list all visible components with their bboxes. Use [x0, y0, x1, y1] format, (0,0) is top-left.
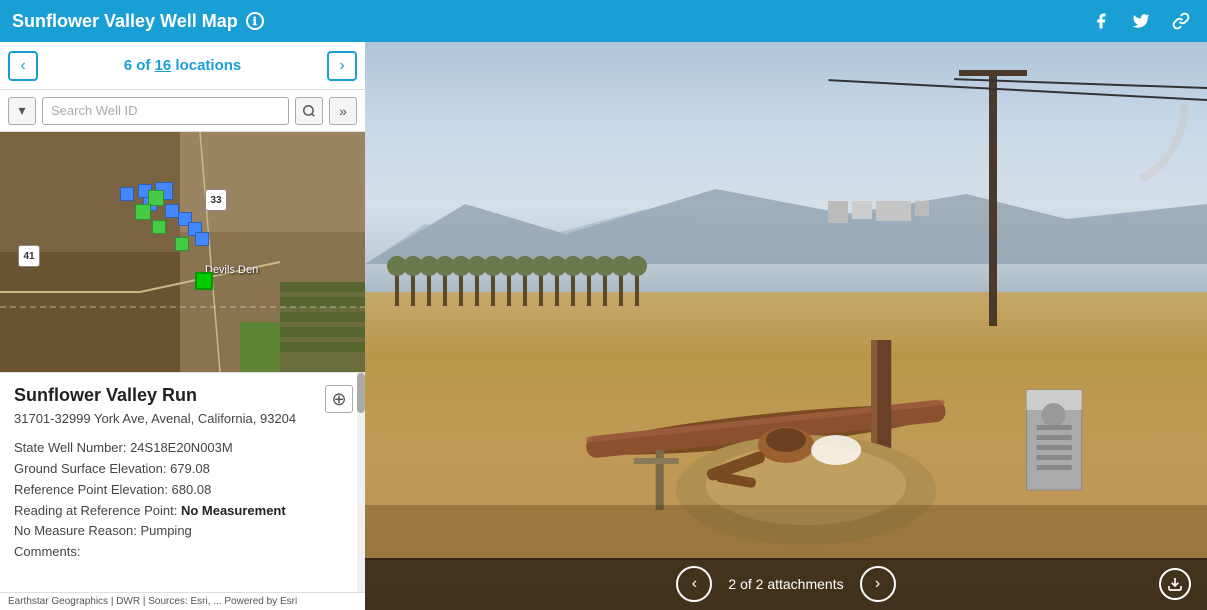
prev-location-button[interactable]: ‹ [8, 51, 38, 81]
location-counter: 6 of 16 locations [124, 57, 242, 74]
map-area[interactable]: 33 41 Devils Den [0, 132, 365, 372]
forward-icon: » [339, 103, 347, 119]
map-marker[interactable] [175, 237, 189, 251]
location-nav: ‹ 6 of 16 locations › [0, 42, 365, 90]
ref-elevation: Reference Point Elevation: 680.08 [14, 480, 351, 501]
search-input[interactable] [42, 97, 289, 125]
search-icon [302, 104, 316, 118]
comments: Comments: [14, 542, 351, 563]
app-title: Sunflower Valley Well Map ℹ [12, 11, 1087, 32]
background-buildings [828, 201, 929, 223]
header-actions [1087, 7, 1195, 35]
next-photo-button[interactable]: › [860, 566, 896, 602]
map-marker[interactable] [120, 187, 134, 201]
chevron-down-icon: ▾ [18, 102, 25, 119]
building [915, 201, 929, 216]
reading-ref-point: Reading at Reference Point: No Measureme… [14, 501, 351, 522]
photo-attachment-bar: ‹ 2 of 2 attachments › [365, 558, 1207, 610]
download-icon [1167, 576, 1183, 592]
search-button[interactable] [295, 97, 323, 125]
facebook-icon[interactable] [1087, 7, 1115, 35]
attachment-counter: 2 of 2 attachments [728, 576, 843, 592]
well-equipment [365, 240, 1207, 560]
map-marker[interactable] [195, 232, 209, 246]
map-marker[interactable] [135, 204, 151, 220]
info-panel: Sunflower Valley Run ⊕ 31701-32999 York … [0, 372, 365, 592]
next-location-button[interactable]: › [327, 51, 357, 81]
building [828, 201, 848, 223]
selected-map-marker[interactable] [195, 272, 213, 290]
location-title: Sunflower Valley Run [14, 385, 351, 406]
twitter-icon[interactable] [1127, 7, 1155, 35]
map-marker[interactable] [165, 204, 179, 218]
search-bar: ▾ » [0, 90, 365, 132]
prev-photo-button[interactable]: ‹ [676, 566, 712, 602]
title-text: Sunflower Valley Well Map [12, 11, 238, 32]
info-icon[interactable]: ℹ [246, 12, 264, 30]
photo-area: ‹ 2 of 2 attachments › [365, 42, 1207, 610]
location-address: 31701-32999 York Ave, Avenal, California… [14, 410, 351, 428]
building [876, 201, 911, 221]
map-marker[interactable] [152, 220, 166, 234]
no-measure-reason: No Measure Reason: Pumping [14, 521, 351, 542]
route-33-marker: 33 [205, 189, 227, 211]
zoom-icon: ⊕ [331, 389, 346, 410]
ground-elevation: Ground Surface Elevation: 679.08 [14, 459, 351, 480]
download-button[interactable] [1159, 568, 1191, 600]
photo-panel: ‹ 2 of 2 attachments › [365, 42, 1207, 610]
forward-button[interactable]: » [329, 97, 357, 125]
collapse-button[interactable]: ▾ [8, 97, 36, 125]
zoom-to-location-button[interactable]: ⊕ [325, 385, 353, 413]
route-41-marker: 41 [18, 245, 40, 267]
link-icon[interactable] [1167, 7, 1195, 35]
scroll-track[interactable] [357, 373, 365, 592]
total-locations: 16 [155, 57, 172, 74]
app-header: Sunflower Valley Well Map ℹ [0, 0, 1207, 42]
scroll-thumb[interactable] [357, 373, 365, 413]
left-panel: ‹ 6 of 16 locations › ▾ » [0, 42, 365, 610]
pole-crossbar [959, 70, 1027, 76]
map-background [0, 132, 365, 372]
current-location: 6 [124, 57, 132, 74]
building [852, 201, 872, 219]
map-attribution: Earthstar Geographics | DWR | Sources: E… [0, 592, 365, 610]
main-content: ‹ 6 of 16 locations › ▾ » [0, 42, 1207, 610]
unit-text: locations [171, 57, 241, 74]
state-well-number: State Well Number: 24S18E20N003M [14, 438, 351, 459]
